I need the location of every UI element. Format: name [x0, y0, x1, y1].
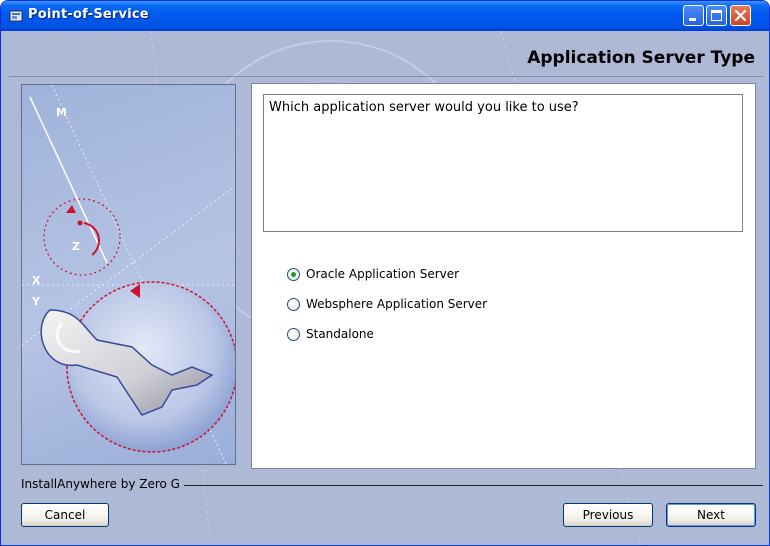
radio-label: Standalone	[306, 327, 374, 341]
radio-option-oracle[interactable]: Oracle Application Server	[287, 265, 459, 283]
radio-button[interactable]	[287, 327, 300, 341]
minimize-icon	[689, 18, 696, 21]
header-divider	[9, 76, 763, 77]
cancel-button[interactable]: Cancel	[21, 503, 109, 527]
content-panel: Which application server would you like …	[251, 83, 756, 469]
question-text: Which application server would you like …	[263, 94, 743, 232]
installer-window: Point-of-Service Application Server Type	[0, 0, 770, 546]
close-icon	[734, 9, 747, 22]
radio-label: Oracle Application Server	[306, 267, 460, 281]
axis-label-m: M	[56, 106, 67, 119]
radio-button[interactable]	[287, 267, 300, 281]
axis-label-z: Z	[72, 240, 80, 253]
axis-label-y: Y	[31, 295, 41, 308]
radio-option-websphere[interactable]: Websphere Application Server	[287, 295, 487, 313]
title-bar[interactable]: Point-of-Service	[1, 1, 769, 31]
radio-label: Websphere Application Server	[306, 297, 488, 311]
radio-option-standalone[interactable]: Standalone	[287, 325, 374, 343]
minimize-button[interactable]	[683, 5, 704, 26]
previous-button[interactable]: Previous	[563, 503, 653, 527]
installer-icon	[9, 10, 23, 22]
close-button[interactable]	[730, 5, 751, 26]
radio-button[interactable]	[287, 297, 300, 311]
maximize-button[interactable]	[706, 5, 727, 26]
page-title: Application Server Type	[527, 48, 755, 68]
next-button[interactable]: Next	[666, 503, 756, 527]
window-title: Point-of-Service	[28, 7, 149, 22]
side-illustration-panel: M Z X Y	[21, 84, 236, 465]
maximize-icon	[711, 10, 722, 21]
vendor-label: InstallAnywhere by Zero G	[21, 477, 184, 491]
axis-label-x: X	[32, 274, 41, 287]
wrench-icon: M Z X Y	[22, 85, 235, 464]
